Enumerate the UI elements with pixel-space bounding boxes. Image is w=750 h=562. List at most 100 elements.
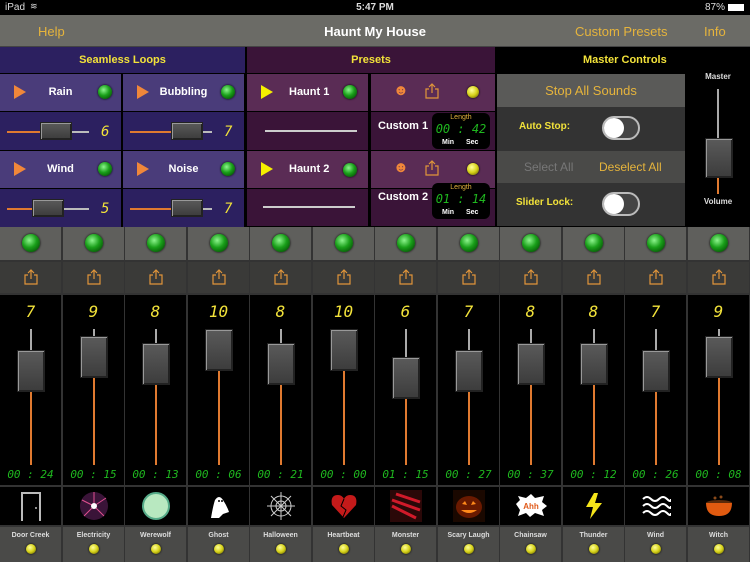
share-icon[interactable] [523,269,538,285]
loop-volume-slider-knob[interactable] [171,199,204,217]
share-icon[interactable] [23,269,38,285]
selection-led[interactable] [467,163,479,175]
selection-led[interactable] [588,544,599,554]
channel-led-cell[interactable] [63,227,124,260]
door-icon[interactable] [0,487,61,525]
channel-led-cell[interactable] [500,227,561,260]
share-icon[interactable] [425,160,439,176]
selection-led[interactable] [467,86,479,98]
channel-volume-knob[interactable] [204,329,233,371]
selection-led[interactable] [400,544,411,554]
plasma-ball-icon[interactable] [63,487,124,525]
master-volume-slider[interactable] [705,89,733,194]
deselect-all-button[interactable]: Deselect All [599,160,662,174]
channel-volume-knob[interactable] [516,343,545,385]
pumpkin-icon[interactable]: ☻ [393,82,409,99]
loop-level: 7 [224,201,233,217]
preset-haunt-2[interactable]: Haunt 2 [247,151,368,188]
channel-label-cell: Werewolf [125,527,186,562]
channel-led-cell[interactable] [188,227,249,260]
channel-volume-knob[interactable] [79,336,108,378]
channel-led-cell[interactable] [313,227,374,260]
channel-led-cell[interactable] [250,227,311,260]
cauldron-icon[interactable] [688,487,749,525]
custom-presets-button[interactable]: Custom Presets [575,24,667,39]
jack-o-lantern-icon[interactable] [438,487,499,525]
share-icon[interactable] [586,269,601,285]
channel-led-cell[interactable] [125,227,186,260]
loop-rain[interactable]: Rain [0,74,121,111]
loop-volume-row: 6 [0,112,121,150]
channel-level: 8 [588,302,599,321]
share-icon[interactable] [398,269,413,285]
share-icon[interactable] [461,269,476,285]
broken-heart-icon[interactable] [313,487,374,525]
spiderweb-icon[interactable] [250,487,311,525]
channel-volume-knob[interactable] [704,336,733,378]
share-icon[interactable] [425,83,439,99]
custom-preset-name[interactable]: Custom 2 [378,191,428,203]
master-volume-panel: Master Volume [686,47,750,227]
stop-all-sounds-button[interactable]: Stop All Sounds [497,74,685,107]
share-icon[interactable] [211,269,226,285]
share-icon[interactable] [148,269,163,285]
monster-claw-icon[interactable] [375,487,436,525]
channel-volume-knob[interactable] [641,350,670,392]
play-icon[interactable] [261,162,273,176]
wind-waves-icon[interactable] [625,487,686,525]
preset-haunt-1[interactable]: Haunt 1 [247,74,368,111]
channel-volume-knob[interactable] [329,329,358,371]
ghost-icon[interactable] [188,487,249,525]
channel-volume-knob[interactable] [266,343,295,385]
share-icon[interactable] [648,269,663,285]
sec-label: Sec [466,139,479,146]
channel-led-cell[interactable] [0,227,61,260]
loop-noise[interactable]: Noise [123,151,244,188]
select-all-button[interactable]: Select All [524,160,573,174]
loop-wind[interactable]: Wind [0,151,121,188]
loop-volume-slider-knob[interactable] [40,122,73,140]
ahh-burst-icon[interactable]: Ahh [500,487,561,525]
selection-led[interactable] [213,544,224,554]
loop-volume-slider-knob[interactable] [171,122,204,140]
loop-volume-slider-knob[interactable] [32,199,64,217]
full-moon-icon[interactable] [125,487,186,525]
channel-led-cell[interactable] [375,227,436,260]
share-icon[interactable] [711,269,726,285]
preset-haunt-1-slider[interactable] [247,112,368,150]
selection-led[interactable] [463,544,474,554]
selection-led[interactable] [525,544,536,554]
selection-led[interactable] [25,544,36,554]
selection-led[interactable] [338,544,349,554]
master-volume-knob[interactable] [705,137,733,178]
pumpkin-icon[interactable]: ☻ [393,159,409,176]
channel-led-cell[interactable] [625,227,686,260]
channel-led-cell[interactable] [438,227,499,260]
status-led [709,234,728,252]
selection-led[interactable] [88,544,99,554]
selection-led[interactable] [713,544,724,554]
share-icon[interactable] [336,269,351,285]
custom-preset-name[interactable]: Custom 1 [378,120,428,132]
channel-volume-knob[interactable] [391,357,420,399]
share-icon[interactable] [86,269,101,285]
channel-led-cell[interactable] [688,227,749,260]
channel-volume-knob[interactable] [579,343,608,385]
info-button[interactable]: Info [704,24,726,39]
share-icon[interactable] [273,269,288,285]
auto-stop-toggle[interactable] [602,116,640,140]
slider-lock-toggle[interactable] [602,192,640,216]
lightning-icon[interactable] [563,487,624,525]
channel-fader-area: 9 00 : 08 [688,295,749,485]
channel-label-cell: Door Creek [0,527,61,562]
channel-volume-knob[interactable] [141,343,170,385]
selection-led[interactable] [650,544,661,554]
preset-haunt-2-slider[interactable] [247,189,368,226]
channel-volume-knob[interactable] [454,350,483,392]
selection-led[interactable] [150,544,161,554]
loop-bubbling[interactable]: Bubbling [123,74,244,111]
channel-volume-knob[interactable] [16,350,45,392]
play-icon[interactable] [261,85,273,99]
channel-led-cell[interactable] [563,227,624,260]
selection-led[interactable] [275,544,286,554]
